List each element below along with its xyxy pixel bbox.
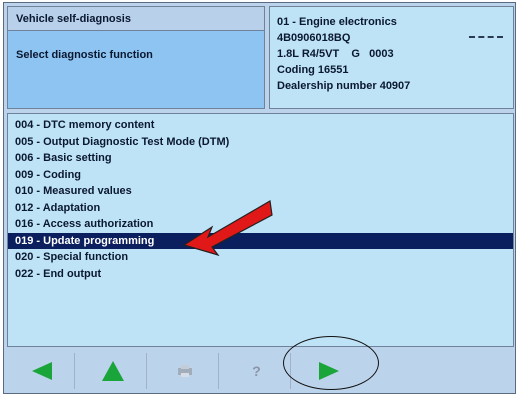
list-item-dtc-memory[interactable]: 004 - DTC memory content — [8, 117, 513, 134]
function-list: 004 - DTC memory content 005 - Output Di… — [7, 113, 514, 347]
list-item-coding[interactable]: 009 - Coding — [8, 167, 513, 184]
list-item-adaptation[interactable]: 012 - Adaptation — [8, 200, 513, 217]
page-subtitle: Select diagnostic function — [8, 31, 264, 108]
print-button[interactable] — [151, 353, 219, 389]
dealership-number: Dealership number 40907 — [277, 80, 411, 92]
toolbar: ? — [7, 349, 514, 393]
list-item-special-function[interactable]: 020 - Special function — [8, 249, 513, 266]
list-item-output-dtm[interactable]: 005 - Output Diagnostic Test Mode (DTM) — [8, 134, 513, 151]
help-icon: ? — [252, 363, 261, 379]
list-item-update-programming[interactable]: 019 - Update programming — [8, 232, 513, 249]
up-button[interactable] — [79, 353, 147, 389]
vehicle-info-panel: 01 - Engine electronics 4B0906018BQ 1.8L… — [269, 6, 514, 109]
control-module-name: 01 - Engine electronics — [277, 16, 397, 28]
diagnosis-window: Vehicle self-diagnosis Select diagnostic… — [3, 2, 516, 394]
list-item-measured-values[interactable]: 010 - Measured values — [8, 183, 513, 200]
help-button[interactable]: ? — [223, 353, 291, 389]
up-arrow-icon — [101, 361, 124, 381]
list-item-basic-setting[interactable]: 006 - Basic setting — [8, 150, 513, 167]
list-item-access-authorization[interactable]: 016 - Access authorization — [8, 216, 513, 233]
part-number: 4B0906018BQ — [277, 32, 351, 44]
right-arrow-icon — [319, 362, 339, 380]
left-arrow-icon — [31, 362, 52, 380]
function-header-panel: Vehicle self-diagnosis Select diagnostic… — [7, 6, 265, 109]
coding-value: Coding 16551 — [277, 64, 349, 76]
info-dashes — [469, 36, 503, 38]
print-icon — [177, 365, 192, 377]
list-item-end-output[interactable]: 022 - End output — [8, 266, 513, 283]
back-button[interactable] — [7, 353, 75, 389]
next-button[interactable] — [295, 353, 363, 389]
page-title: Vehicle self-diagnosis — [8, 7, 264, 31]
engine-info: 1.8L R4/5VT G 0003 — [277, 48, 394, 60]
